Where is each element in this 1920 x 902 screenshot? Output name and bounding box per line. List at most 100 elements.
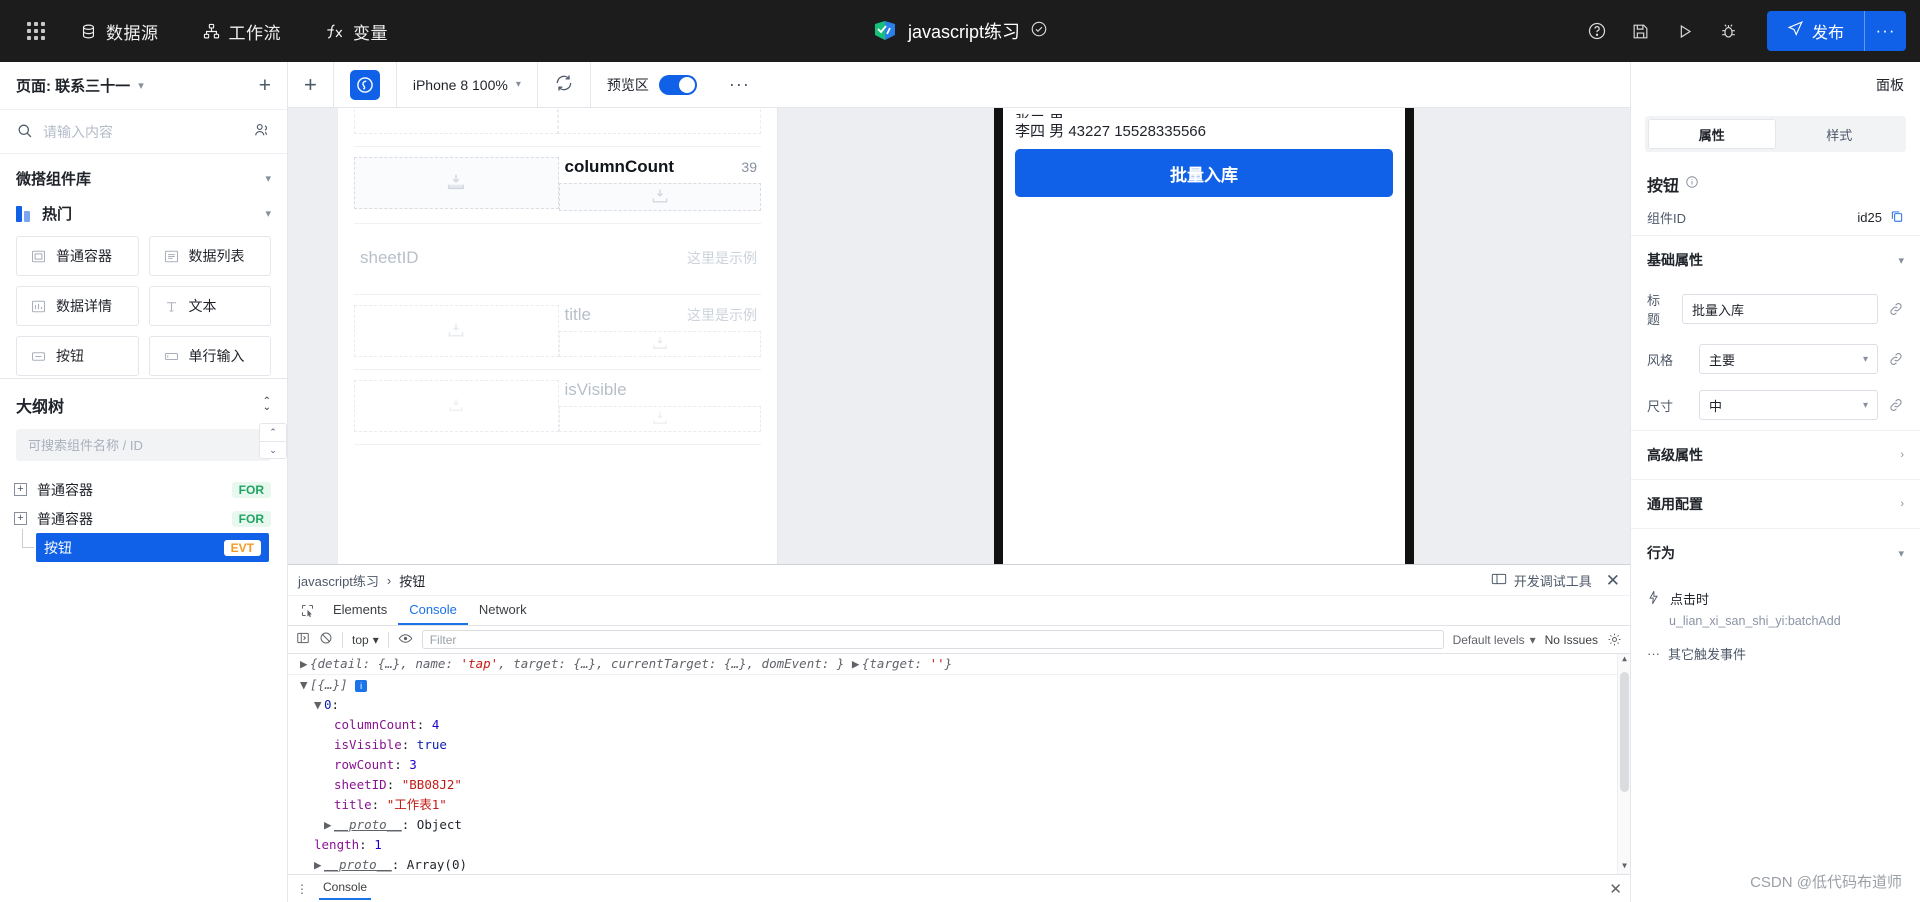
design-field-sheetid[interactable]: sheetID 这里是示例 (354, 224, 761, 295)
miniprogram-badge[interactable] (334, 62, 396, 108)
inspect-element-icon[interactable] (292, 596, 322, 625)
section-common-config[interactable]: 通用配置 › (1631, 479, 1920, 528)
component-card-datalist[interactable]: 数据列表 (148, 236, 271, 276)
expand-triangle-icon[interactable]: ▶ (314, 857, 324, 873)
tab-styles[interactable]: 样式 (1775, 119, 1903, 149)
batch-add-button[interactable]: 批量入库 (1015, 149, 1393, 197)
console-filter-input[interactable] (421, 630, 1444, 649)
drop-zone[interactable] (354, 157, 559, 209)
devtools-tool-button[interactable]: 开发调试工具 (1491, 571, 1592, 590)
expand-icon[interactable]: + (14, 483, 27, 496)
console-levels-selector[interactable]: Default levels ▾ (1453, 633, 1536, 647)
apps-grid-icon[interactable] (14, 9, 58, 53)
tree-item-container-1[interactable]: + 普通容器 FOR (0, 475, 287, 504)
drop-zone[interactable] (354, 305, 559, 357)
outline-search-input[interactable] (28, 437, 259, 453)
collapse-triangle-icon[interactable]: ▼ (300, 677, 310, 693)
component-card-button[interactable]: 按钮 (16, 336, 139, 376)
design-field-partial[interactable] (354, 108, 761, 147)
expand-triangle-icon[interactable]: ▶ (324, 817, 334, 833)
section-behavior[interactable]: 行为 ▾ (1631, 528, 1920, 577)
debug-icon[interactable] (1707, 9, 1751, 53)
menu-datasource[interactable]: 数据源 (58, 0, 181, 62)
publish-button[interactable]: 发布 (1766, 11, 1864, 51)
component-card-input[interactable]: 单行输入 (148, 336, 271, 376)
console-log-proto[interactable]: ▶ __proto__: Array(0) (288, 855, 1630, 874)
stepper-down-icon[interactable]: ⌄ (260, 441, 286, 458)
drop-zone[interactable] (354, 380, 559, 432)
tree-item-container-2[interactable]: + 普通容器 FOR (0, 504, 287, 533)
component-card-text[interactable]: 文本 (148, 286, 271, 326)
expand-icon[interactable]: + (14, 512, 27, 525)
drop-zone[interactable] (558, 183, 761, 211)
stepper-up-icon[interactable]: ⌃ (260, 424, 286, 441)
design-pane[interactable]: columnCount 39 sheetID 这里是示例 title 这里是示例… (338, 108, 778, 564)
user-group-icon[interactable] (253, 121, 271, 142)
more-tools-icon[interactable]: ⋮ (296, 882, 309, 896)
info-badge-icon[interactable]: i (355, 679, 368, 692)
canvas-more-button[interactable]: ··· (713, 62, 766, 108)
menu-variables[interactable]: 变量 (303, 0, 410, 62)
preview-toggle-switch[interactable] (658, 74, 697, 95)
console-sidebar-toggle-icon[interactable] (296, 631, 310, 648)
copy-icon[interactable] (1890, 209, 1904, 226)
publish-more-button[interactable]: ··· (1864, 11, 1906, 51)
breadcrumb-app-label[interactable]: javascript练习 (298, 571, 379, 590)
field-size-select[interactable]: 中 ▾ (1699, 390, 1878, 420)
design-field-title[interactable]: title 这里是示例 (354, 295, 761, 370)
console-log-proto[interactable]: ▶ __proto__: Object (288, 815, 1630, 835)
console-log-array-head[interactable]: ▼ [{…}] i (288, 675, 1630, 695)
tree-item-button[interactable]: 按钮 EVT (36, 533, 269, 562)
drop-zone[interactable] (558, 406, 761, 432)
info-icon[interactable] (1685, 175, 1699, 194)
bind-variable-icon[interactable] (1888, 351, 1904, 367)
scroll-down-arrow-icon[interactable]: ▼ (1618, 861, 1630, 874)
breadcrumb-node-label[interactable]: 按钮 (399, 571, 425, 590)
add-page-button[interactable]: + (259, 74, 271, 98)
behavior-handler[interactable]: u_lian_xi_san_shi_yi:batchAdd (1647, 610, 1904, 638)
sort-toggle-icon[interactable]: ⌃ ⌄ (263, 397, 271, 413)
page-selector[interactable]: 页面: 联系三十一 ▾ + (0, 62, 287, 110)
drop-zone[interactable] (354, 108, 558, 134)
drop-zone[interactable] (558, 331, 761, 357)
help-icon[interactable] (1575, 9, 1619, 53)
collapse-triangle-icon[interactable]: ▼ (314, 697, 324, 713)
panel-toggle-label[interactable]: 面板 (1876, 75, 1904, 95)
section-advanced-properties[interactable]: 高级属性 › (1631, 430, 1920, 479)
expand-triangle-icon[interactable]: ▶ (300, 656, 310, 672)
component-card-datadetail[interactable]: 数据详情 (16, 286, 139, 326)
tab-console[interactable]: Console (398, 596, 468, 625)
field-title-input[interactable] (1682, 294, 1878, 324)
bind-variable-icon[interactable] (1888, 397, 1904, 413)
tab-network[interactable]: Network (468, 596, 538, 625)
play-icon[interactable] (1663, 9, 1707, 53)
bind-variable-icon[interactable] (1888, 301, 1904, 317)
design-field-isvisible[interactable]: isVisible (354, 370, 761, 445)
behavior-event-row[interactable]: 点击时 (1647, 581, 1904, 610)
console-log-event[interactable]: ▶ {detail: {…}, name: 'tap', target: {…},… (288, 654, 1630, 675)
menu-workflow[interactable]: 工作流 (181, 0, 304, 62)
drop-zone[interactable] (557, 108, 761, 134)
component-card-container[interactable]: 普通容器 (16, 236, 139, 276)
field-style-select[interactable]: 主要 ▾ (1699, 344, 1878, 374)
component-search-input[interactable] (43, 123, 243, 140)
console-log-index[interactable]: ▼ 0: (288, 695, 1630, 715)
drawer-close-icon[interactable]: ✕ (1609, 880, 1622, 898)
design-field-columncount[interactable]: columnCount 39 (354, 147, 761, 224)
refresh-button[interactable] (538, 62, 590, 108)
devtools-close-button[interactable]: ✕ (1606, 572, 1620, 589)
tab-properties[interactable]: 属性 (1648, 119, 1776, 149)
console-output[interactable]: ▶ {detail: {…}, name: 'tap', target: {…},… (288, 654, 1630, 874)
add-canvas-button[interactable]: + (288, 62, 333, 108)
live-expression-icon[interactable] (398, 631, 413, 649)
save-icon[interactable] (1619, 9, 1663, 53)
console-scrollbar[interactable]: ▲ ▼ (1617, 654, 1630, 874)
device-selector[interactable]: iPhone 8 100% ▾ (397, 62, 537, 108)
phone-preview[interactable]: 张三 男 李四 男 43227 15528335566 批量入库 (994, 108, 1414, 564)
console-context-selector[interactable]: top ▾ (352, 633, 379, 647)
hot-group-header[interactable]: 热门 ▾ (0, 197, 287, 236)
gear-icon[interactable] (1607, 632, 1622, 647)
issues-button[interactable]: No Issues (1545, 633, 1598, 647)
behavior-more-events[interactable]: ··· 其它触发事件 (1647, 638, 1904, 669)
drawer-tab-console[interactable]: Console (319, 877, 372, 900)
